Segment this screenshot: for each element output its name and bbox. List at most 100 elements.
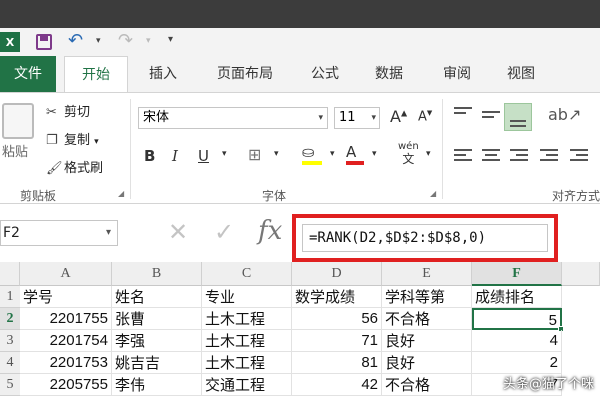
row-header-3[interactable]: 3 <box>0 330 20 352</box>
fill-color-dropdown-icon[interactable]: ▾ <box>330 149 335 159</box>
undo-dropdown-icon[interactable]: ▾ <box>96 36 101 46</box>
cell-a2[interactable]: 2201755 <box>20 308 112 330</box>
font-color-button[interactable]: A <box>346 143 364 165</box>
redo-dropdown-icon[interactable]: ▾ <box>146 36 151 46</box>
bottom-align-icon[interactable] <box>504 103 532 131</box>
cell-b4[interactable]: 姚吉吉 <box>112 352 202 374</box>
select-all-corner[interactable] <box>0 262 20 286</box>
confirm-formula-icon[interactable]: ✓ <box>214 218 234 246</box>
align-left-icon[interactable] <box>454 149 472 163</box>
column-header-c[interactable]: C <box>202 262 292 286</box>
cell-a4[interactable]: 2201753 <box>20 352 112 374</box>
group-divider <box>442 99 443 199</box>
borders-icon[interactable]: ⊞ <box>248 145 261 164</box>
column-header-a[interactable]: A <box>20 262 112 286</box>
increase-indent-icon[interactable] <box>570 149 588 163</box>
font-size-select[interactable]: 11 ▾ <box>334 107 380 129</box>
tab-view[interactable]: 视图 <box>494 56 548 92</box>
top-align-icon[interactable] <box>454 107 472 121</box>
cell-b1[interactable]: 姓名 <box>112 286 202 308</box>
cell-f4[interactable]: 2 <box>472 352 562 374</box>
phonetic-dropdown-icon[interactable]: ▾ <box>426 149 431 159</box>
copy-button[interactable]: ❐ 复制 ▾ <box>46 129 99 148</box>
orientation-icon[interactable]: ab↗ <box>548 105 581 124</box>
cell-a5[interactable]: 2205755 <box>20 374 112 396</box>
fill-color-button[interactable]: ⛀ <box>302 143 322 165</box>
cell-e5[interactable]: 不合格 <box>382 374 472 396</box>
column-header-f[interactable]: F <box>472 262 562 286</box>
align-center-icon[interactable] <box>482 149 500 163</box>
cell-c4[interactable]: 土木工程 <box>202 352 292 374</box>
watermark: 头条@猫了个咪 <box>502 377 594 392</box>
tab-formulas[interactable]: 公式 <box>298 56 352 92</box>
cell-b5[interactable]: 李伟 <box>112 374 202 396</box>
cell-e2[interactable]: 不合格 <box>382 308 472 330</box>
italic-button[interactable]: I <box>172 147 178 165</box>
borders-dropdown-icon[interactable]: ▾ <box>274 149 279 159</box>
tab-home[interactable]: 开始 <box>64 56 128 93</box>
chevron-down-icon: ▾ <box>105 227 111 238</box>
decrease-indent-icon[interactable] <box>540 149 558 163</box>
shrink-font-button[interactable]: A▼ <box>418 109 432 124</box>
paste-button[interactable]: 粘贴 <box>2 141 28 160</box>
underline-dropdown-icon[interactable]: ▾ <box>222 149 227 159</box>
cell-a3[interactable]: 2201754 <box>20 330 112 352</box>
cut-button[interactable]: ✂ 剪切 <box>46 101 90 120</box>
font-launcher-icon[interactable]: ◢ <box>430 189 436 198</box>
clipboard-launcher-icon[interactable]: ◢ <box>118 189 124 198</box>
cell-e1[interactable]: 学科等第 <box>382 286 472 308</box>
cell-a1[interactable]: 学号 <box>20 286 112 308</box>
font-name-select[interactable]: 宋体 ▾ <box>138 107 328 129</box>
cell-d5[interactable]: 42 <box>292 374 382 396</box>
tab-review[interactable]: 审阅 <box>430 56 484 92</box>
row-header-1[interactable]: 1 <box>0 286 20 308</box>
chevron-down-icon: ▾ <box>318 113 323 123</box>
paste-icon[interactable] <box>2 103 34 139</box>
cell-f1[interactable]: 成绩排名 <box>472 286 562 308</box>
tab-page-layout[interactable]: 页面布局 <box>202 56 288 92</box>
row-header-5[interactable]: 5 <box>0 374 20 396</box>
cell-b3[interactable]: 李强 <box>112 330 202 352</box>
cell-b2[interactable]: 张曹 <box>112 308 202 330</box>
chevron-down-icon: ▾ <box>371 113 376 123</box>
cell-c2[interactable]: 土木工程 <box>202 308 292 330</box>
cancel-formula-icon[interactable]: ✕ <box>168 218 188 246</box>
cell-d1[interactable]: 数学成绩 <box>292 286 382 308</box>
tab-data[interactable]: 数据 <box>362 56 416 92</box>
tab-insert[interactable]: 插入 <box>134 56 192 92</box>
tab-file[interactable]: 文件 <box>0 56 56 92</box>
align-right-icon[interactable] <box>510 149 528 163</box>
row-header-4[interactable]: 4 <box>0 352 20 374</box>
column-header-b[interactable]: B <box>112 262 202 286</box>
insert-function-icon[interactable]: fx <box>258 216 282 246</box>
name-box[interactable]: F2 ▾ <box>0 220 118 246</box>
copy-icon: ❐ <box>46 133 58 148</box>
customize-toolbar-icon[interactable]: ▾ <box>168 34 173 45</box>
save-icon[interactable] <box>36 34 52 50</box>
cell-d4[interactable]: 81 <box>292 352 382 374</box>
font-color-dropdown-icon[interactable]: ▾ <box>372 149 377 159</box>
scissors-icon: ✂ <box>46 105 57 120</box>
cell-f2[interactable]: 5 <box>472 308 562 330</box>
cell-f3[interactable]: 4 <box>472 330 562 352</box>
format-painter-button[interactable]: 🖌格式刷 <box>46 157 103 176</box>
cell-c3[interactable]: 土木工程 <box>202 330 292 352</box>
row-header-2[interactable]: 2 <box>0 308 20 330</box>
grow-font-button[interactable]: A▲ <box>390 107 407 126</box>
underline-button[interactable]: U <box>198 147 209 165</box>
cell-c1[interactable]: 专业 <box>202 286 292 308</box>
cell-d2[interactable]: 56 <box>292 308 382 330</box>
cell-d3[interactable]: 71 <box>292 330 382 352</box>
formula-input[interactable]: =RANK(D2,$D$2:$D$8,0) <box>302 224 548 252</box>
cell-c5[interactable]: 交通工程 <box>202 374 292 396</box>
column-header-g[interactable] <box>562 262 600 286</box>
phonetic-guide-button[interactable]: wén 文 <box>398 141 419 165</box>
column-header-e[interactable]: E <box>382 262 472 286</box>
middle-align-icon[interactable] <box>482 111 500 125</box>
redo-icon[interactable]: ↷ <box>118 30 133 51</box>
column-header-d[interactable]: D <box>292 262 382 286</box>
bold-button[interactable]: B <box>144 147 155 165</box>
undo-icon[interactable]: ↶ <box>68 30 83 51</box>
cell-e3[interactable]: 良好 <box>382 330 472 352</box>
cell-e4[interactable]: 良好 <box>382 352 472 374</box>
